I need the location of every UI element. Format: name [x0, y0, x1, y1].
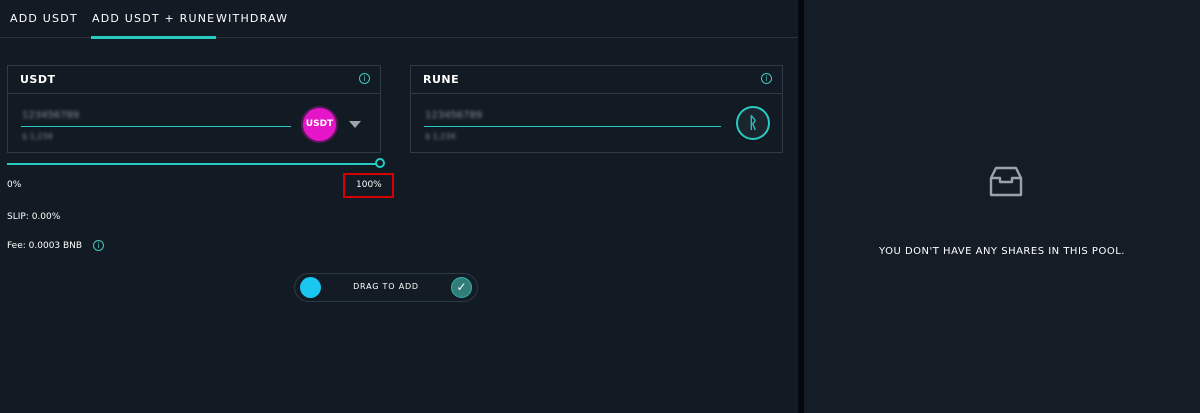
drag-to-add-label: DRAG TO ADD	[353, 282, 419, 291]
rune-input-underline	[424, 126, 721, 127]
rune-usd-value: $ 1,234	[425, 132, 456, 141]
rune-token-icon: ᚱ	[736, 106, 770, 140]
usdt-usd-value: $ 1,234	[22, 132, 53, 141]
pool-shares-panel: YOU DON'T HAVE ANY SHARES IN THIS POOL.	[804, 0, 1200, 413]
tab-bar: ADD USDT ADD USDT + RUNE WITHDRAW	[0, 0, 798, 39]
check-icon: ✓	[451, 277, 472, 298]
usdt-panel-header: USDT i	[8, 66, 380, 94]
rune-input-panel: RUNE i 123456789 $ 1,234	[410, 65, 783, 153]
usdt-input-underline	[21, 126, 291, 127]
tab-add-usdt-rune[interactable]: ADD USDT + RUNE	[90, 0, 217, 39]
app-root: ADD USDT ADD USDT + RUNE WITHDRAW USDT i…	[0, 0, 1200, 413]
fee-text: Fee: 0.0003 BNB	[7, 241, 83, 251]
no-shares-message: YOU DON'T HAVE ANY SHARES IN THIS POOL.	[879, 246, 1125, 257]
usdt-info-icon[interactable]: i	[359, 73, 370, 84]
percent-slider-thumb[interactable]	[375, 158, 385, 168]
tab-withdraw[interactable]: WITHDRAW	[216, 0, 288, 38]
rune-panel-title: RUNE	[423, 73, 460, 86]
chevron-down-icon[interactable]	[349, 121, 361, 128]
usdt-token-icon[interactable]: USDT	[303, 108, 336, 141]
rune-panel-header: RUNE i	[411, 66, 782, 94]
slider-min-label: 0%	[7, 180, 22, 190]
rune-amount-input[interactable]: 123456789	[425, 110, 482, 121]
inbox-icon	[989, 166, 1023, 197]
add-liquidity-panel: ADD USDT ADD USDT + RUNE WITHDRAW USDT i…	[0, 0, 798, 413]
drag-to-add-button[interactable]: DRAG TO ADD ✓	[294, 273, 478, 302]
usdt-amount-input[interactable]: 123456789	[22, 110, 79, 121]
usdt-panel-title: USDT	[20, 73, 56, 86]
highlight-annotation	[343, 173, 394, 198]
slip-text: SLIP: 0.00%	[7, 212, 61, 222]
rune-info-icon[interactable]: i	[761, 73, 772, 84]
fee-info-icon[interactable]: i	[93, 240, 104, 251]
tab-add-usdt[interactable]: ADD USDT	[10, 0, 78, 38]
percent-slider-track[interactable]	[7, 163, 380, 165]
